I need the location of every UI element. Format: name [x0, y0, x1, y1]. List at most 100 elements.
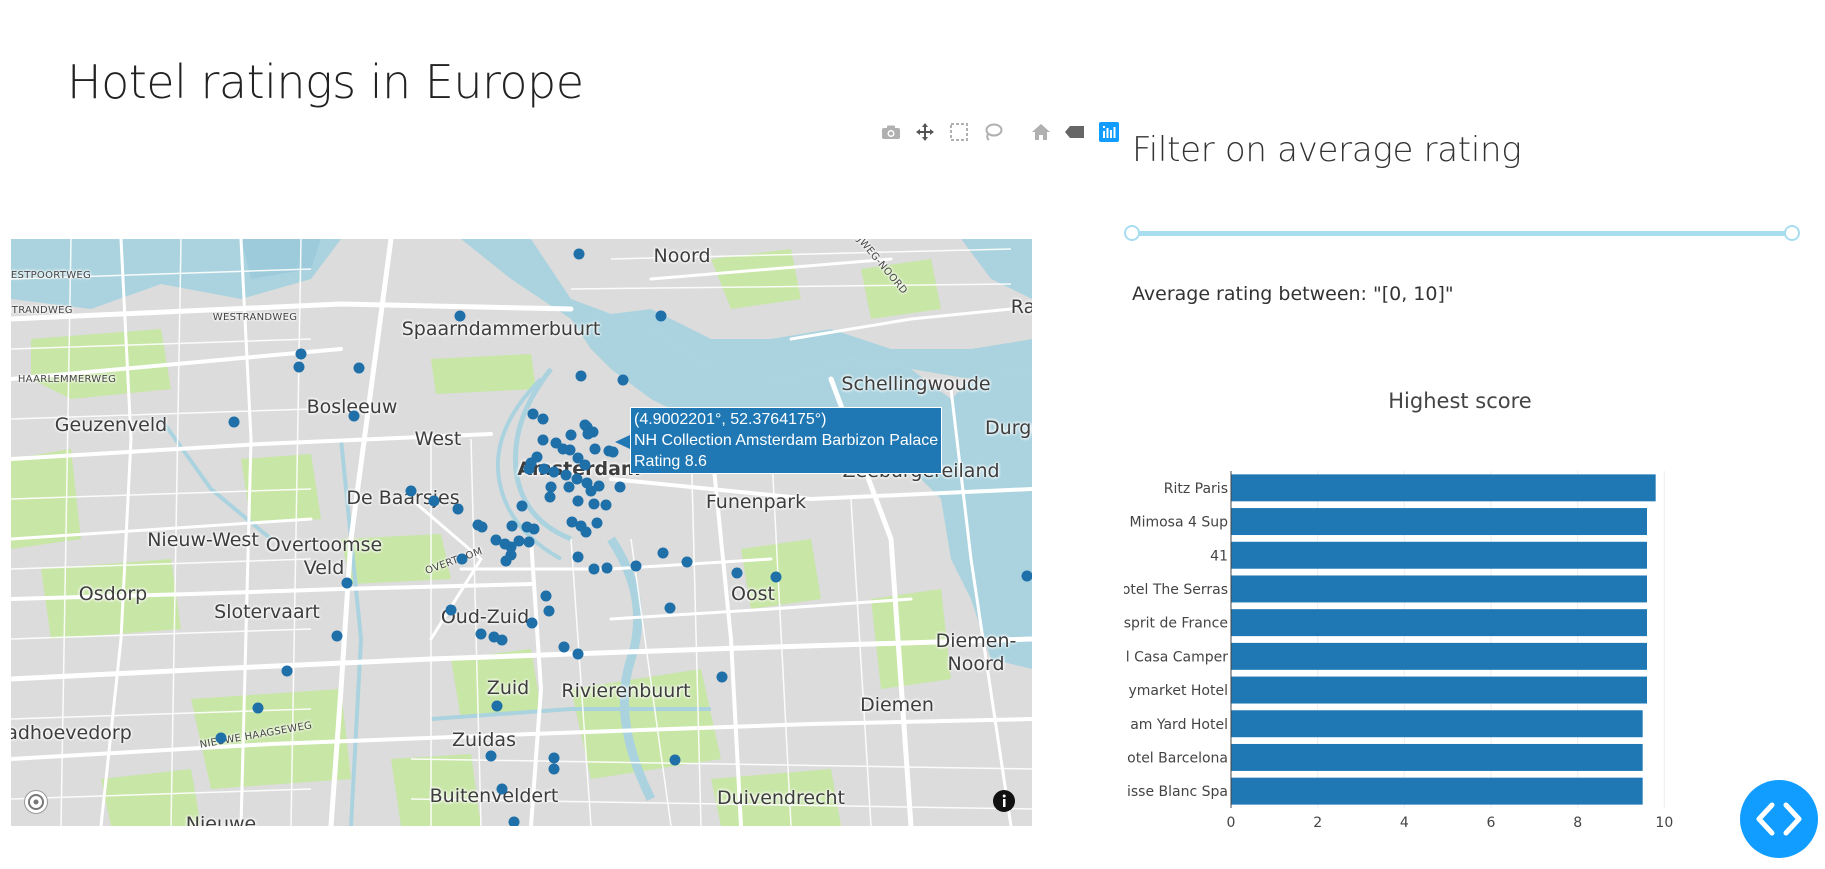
hotel-marker[interactable] — [664, 602, 676, 614]
hotel-marker[interactable] — [544, 491, 556, 503]
hotel-marker[interactable] — [589, 443, 601, 455]
slider-handle-min[interactable] — [1124, 225, 1140, 241]
bar[interactable] — [1231, 508, 1647, 536]
bar[interactable] — [1231, 609, 1647, 637]
hotel-marker[interactable] — [456, 553, 468, 565]
home-icon[interactable] — [1030, 121, 1052, 143]
hotel-marker[interactable] — [548, 763, 560, 775]
hotel-marker[interactable] — [540, 590, 552, 602]
hotel-marker[interactable] — [655, 310, 667, 322]
map-label-spaarndammerbuurt: Spaarndammerbuurt — [401, 318, 601, 340]
hotel-marker[interactable] — [428, 495, 440, 507]
rating-range-slider[interactable] — [1124, 224, 1800, 242]
hotel-marker[interactable] — [617, 374, 629, 386]
hotel-marker[interactable] — [405, 485, 417, 497]
hotel-marker[interactable] — [537, 434, 549, 446]
hotel-marker[interactable] — [548, 466, 560, 478]
y-category-label: otel The Serras — [1124, 582, 1228, 598]
lasso-select-icon[interactable] — [982, 121, 1004, 143]
bar[interactable] — [1231, 642, 1647, 670]
hotel-marker[interactable] — [252, 702, 264, 714]
hotel-marker[interactable] — [573, 248, 585, 260]
hotel-marker[interactable] — [452, 503, 464, 515]
hotel-marker[interactable] — [525, 457, 537, 469]
hotel-marker[interactable] — [557, 443, 569, 455]
slider-rail[interactable] — [1132, 231, 1792, 236]
hotel-marker[interactable] — [579, 459, 591, 471]
y-category-label: am Yard Hotel — [1130, 717, 1228, 733]
hotel-marker[interactable] — [293, 361, 305, 373]
hotel-marker[interactable] — [582, 428, 594, 440]
mapbox-logo-icon[interactable] — [24, 790, 48, 814]
hotel-marker[interactable] — [657, 547, 669, 559]
hotel-marker[interactable] — [215, 732, 227, 744]
hotel-marker[interactable] — [496, 783, 508, 795]
bar[interactable] — [1231, 575, 1647, 603]
bar[interactable] — [1231, 474, 1656, 502]
hotel-marker[interactable] — [580, 526, 592, 538]
hotel-map[interactable]: Noord Spaarndammerbuurt Bosleeuw Geuzenv… — [11, 239, 1032, 826]
hotel-marker[interactable] — [630, 560, 642, 572]
camera-icon[interactable] — [880, 121, 902, 143]
hotel-marker[interactable] — [526, 617, 538, 629]
bar[interactable] — [1231, 777, 1643, 805]
hotel-marker[interactable] — [331, 630, 343, 642]
view-source-button[interactable] — [1740, 780, 1818, 858]
plotly-logo-icon[interactable] — [1098, 121, 1120, 143]
hotel-marker[interactable] — [681, 556, 693, 568]
info-icon[interactable] — [993, 790, 1015, 812]
hotel-marker[interactable] — [523, 536, 535, 548]
hotel-marker[interactable] — [716, 671, 728, 683]
hotel-marker[interactable] — [543, 605, 555, 617]
hotel-marker[interactable] — [476, 521, 488, 533]
hotel-marker[interactable] — [588, 563, 600, 575]
hotel-marker[interactable] — [281, 665, 293, 677]
hotel-marker[interactable] — [572, 495, 584, 507]
hotel-marker[interactable] — [454, 310, 466, 322]
hotel-marker[interactable] — [506, 520, 518, 532]
x-tick-label: 4 — [1400, 815, 1409, 831]
hotel-marker[interactable] — [585, 485, 597, 497]
hotel-marker[interactable] — [516, 500, 528, 512]
hotel-marker[interactable] — [565, 429, 577, 441]
hotel-marker[interactable] — [588, 498, 600, 510]
hotel-marker[interactable] — [669, 754, 681, 766]
hotel-marker[interactable] — [353, 362, 365, 374]
hotel-marker[interactable] — [614, 481, 626, 493]
hotel-marker[interactable] — [528, 523, 540, 535]
hotel-marker[interactable] — [445, 604, 457, 616]
tooltip-hotel-name: NH Collection Amsterdam Barbizon Palace — [634, 432, 939, 449]
hotel-marker[interactable] — [575, 370, 587, 382]
hotel-marker[interactable] — [537, 413, 549, 425]
bar[interactable] — [1231, 541, 1647, 569]
box-select-icon[interactable] — [948, 121, 970, 143]
tag-icon[interactable] — [1064, 121, 1086, 143]
hotel-marker[interactable] — [600, 499, 612, 511]
bar[interactable] — [1231, 710, 1643, 738]
hotel-marker[interactable] — [548, 752, 560, 764]
hotel-marker[interactable] — [572, 551, 584, 563]
hotel-marker[interactable] — [601, 562, 613, 574]
hotel-marker[interactable] — [1021, 570, 1032, 582]
hotel-marker[interactable] — [591, 517, 603, 529]
pan-icon[interactable] — [914, 121, 936, 143]
hotel-marker[interactable] — [508, 816, 520, 826]
hotel-marker[interactable] — [341, 577, 353, 589]
hotel-marker[interactable] — [500, 555, 512, 567]
hotel-marker[interactable] — [348, 410, 360, 422]
hotel-marker[interactable] — [496, 634, 508, 646]
slider-handle-max[interactable] — [1784, 225, 1800, 241]
hotel-marker[interactable] — [560, 469, 572, 481]
bar[interactable] — [1231, 743, 1643, 771]
bar[interactable] — [1231, 676, 1647, 704]
hotel-marker[interactable] — [558, 641, 570, 653]
hotel-marker[interactable] — [485, 750, 497, 762]
hotel-marker[interactable] — [770, 571, 782, 583]
hotel-marker[interactable] — [491, 700, 503, 712]
hotel-marker[interactable] — [475, 628, 487, 640]
hotel-marker[interactable] — [228, 416, 240, 428]
hotel-marker[interactable] — [572, 648, 584, 660]
hotel-marker[interactable] — [731, 567, 743, 579]
hotel-marker[interactable] — [563, 481, 575, 493]
hotel-marker[interactable] — [295, 348, 307, 360]
